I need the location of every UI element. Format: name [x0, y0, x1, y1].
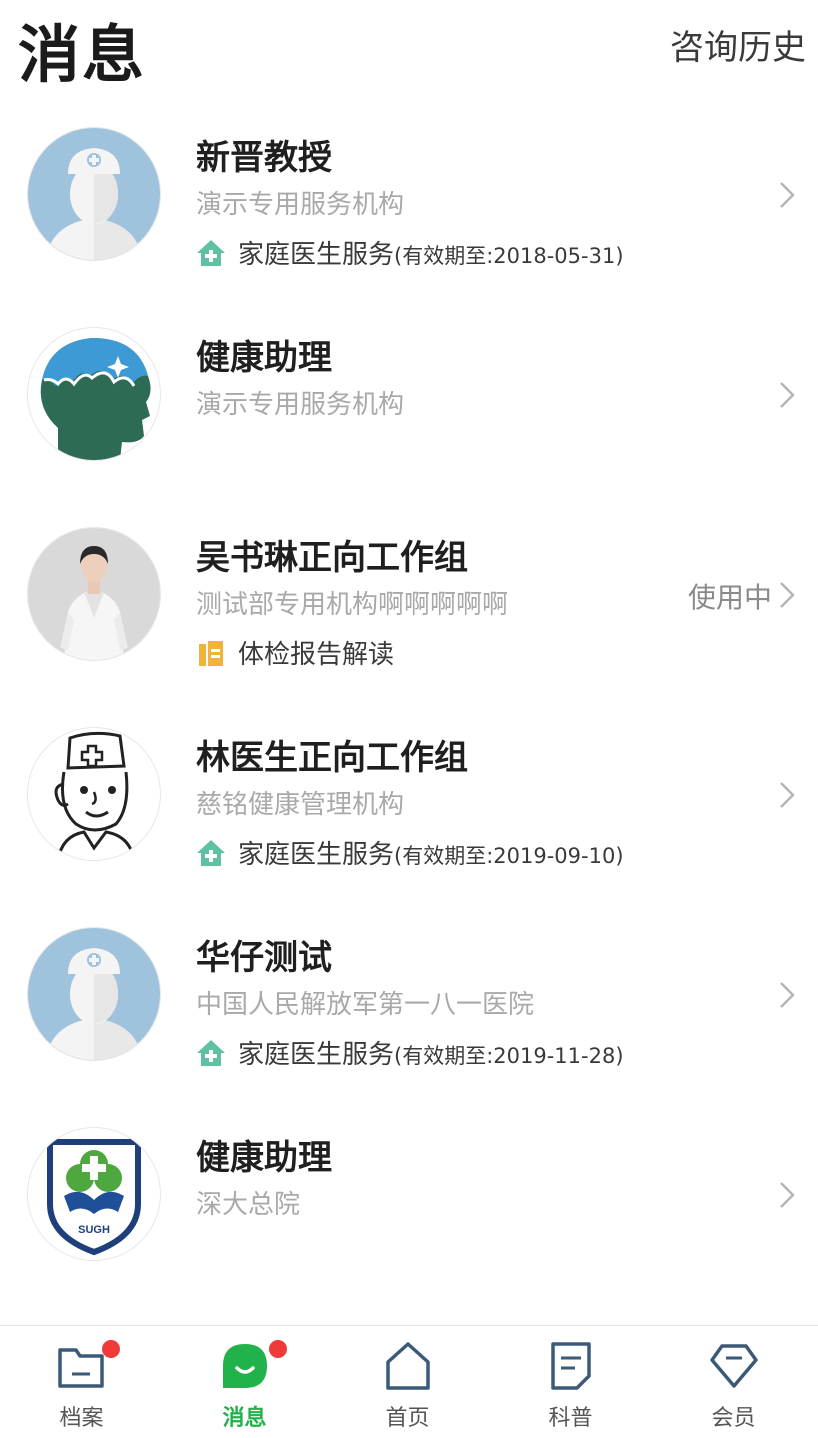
tab-member[interactable]: 会员	[652, 1326, 815, 1438]
head-silhouette-avatar	[28, 328, 160, 460]
photo-avatar	[28, 528, 160, 660]
doctor-avatar	[28, 128, 160, 260]
item-org: 深大总院	[196, 1190, 301, 1220]
item-name: 林医生正向工作组	[196, 738, 468, 778]
tab-label: 档案	[59, 1406, 104, 1431]
house-plus-icon	[197, 240, 225, 266]
chevron-right-icon	[780, 1182, 795, 1208]
tab-label: 会员	[711, 1406, 756, 1431]
page-title: 消息	[18, 18, 147, 91]
message-item[interactable]: 林医生正向工作组 慈铭健康管理机构 家庭医生服务(有效期至:2019-09-10…	[0, 700, 818, 900]
notification-dot	[102, 1340, 120, 1358]
service-label: 家庭医生服务	[238, 240, 395, 270]
item-name: 健康助理	[196, 338, 332, 378]
item-org: 慈铭健康管理机构	[196, 790, 405, 820]
tab-label: 科普	[548, 1406, 593, 1431]
doctor-avatar	[28, 928, 160, 1060]
item-name: 健康助理	[196, 1138, 332, 1178]
chevron-right-icon	[780, 182, 795, 208]
status-label: 使用中	[687, 581, 772, 614]
service-validity: (有效期至:2019-11-28)	[394, 1044, 624, 1068]
clipboard-icon	[199, 641, 223, 666]
item-org: 演示专用服务机构	[196, 190, 405, 220]
tab-label: 首页	[385, 1406, 430, 1431]
item-org: 演示专用服务机构	[196, 390, 405, 420]
hospital-logo-avatar: SUGH	[28, 1128, 160, 1260]
service-label: 家庭医生服务	[238, 1040, 395, 1070]
message-item[interactable]: 新晋教授 演示专用服务机构 家庭医生服务(有效期至:2018-05-31)	[0, 100, 818, 300]
chevron-right-icon	[780, 382, 795, 408]
consult-history-link[interactable]: 咨询历史	[670, 20, 806, 69]
tab-messages[interactable]: 消息	[163, 1326, 326, 1438]
gem-icon	[709, 1344, 758, 1388]
message-item[interactable]: 吴书琳正向工作组 测试部专用机构啊啊啊啊啊 体检报告解读 使用中	[0, 500, 818, 700]
house-plus-icon	[197, 840, 225, 866]
notification-dot	[269, 1340, 287, 1358]
item-org: 中国人民解放军第一八一医院	[196, 990, 535, 1020]
chevron-right-icon	[780, 982, 795, 1008]
chevron-right-icon	[780, 582, 795, 608]
bottom-tab-bar: 档案 消息 首页 科普 会员	[0, 1325, 818, 1438]
service-label: 体检报告解读	[238, 640, 395, 670]
house-plus-icon	[197, 1040, 225, 1066]
chat-bubble-icon	[222, 1344, 267, 1388]
message-item[interactable]: SUGH 健康助理 深大总院	[0, 1100, 818, 1300]
message-item[interactable]: 华仔测试 中国人民解放军第一八一医院 家庭医生服务(有效期至:2019-11-2…	[0, 900, 818, 1100]
item-name: 吴书琳正向工作组	[196, 538, 468, 578]
header: 消息 咨询历史	[0, 0, 818, 100]
logo-text: SUGH	[78, 1224, 110, 1236]
service-validity: (有效期至:2018-05-31)	[394, 244, 624, 268]
folder-icon	[57, 1348, 104, 1388]
tab-archive[interactable]: 档案	[0, 1326, 163, 1438]
item-name: 华仔测试	[196, 938, 332, 978]
item-org: 测试部专用机构啊啊啊啊啊	[196, 590, 509, 620]
chevron-right-icon	[780, 782, 795, 808]
cartoon-doctor-avatar	[28, 728, 160, 860]
service-validity: (有效期至:2019-09-10)	[394, 844, 624, 868]
tab-science[interactable]: 科普	[489, 1326, 652, 1438]
tab-home[interactable]: 首页	[326, 1326, 489, 1438]
home-icon	[385, 1342, 430, 1390]
item-name: 新晋教授	[196, 138, 332, 178]
service-label: 家庭医生服务	[238, 840, 395, 870]
message-item[interactable]: 健康助理 演示专用服务机构	[0, 300, 818, 500]
tab-label: 消息	[222, 1406, 267, 1431]
article-icon	[550, 1342, 591, 1390]
